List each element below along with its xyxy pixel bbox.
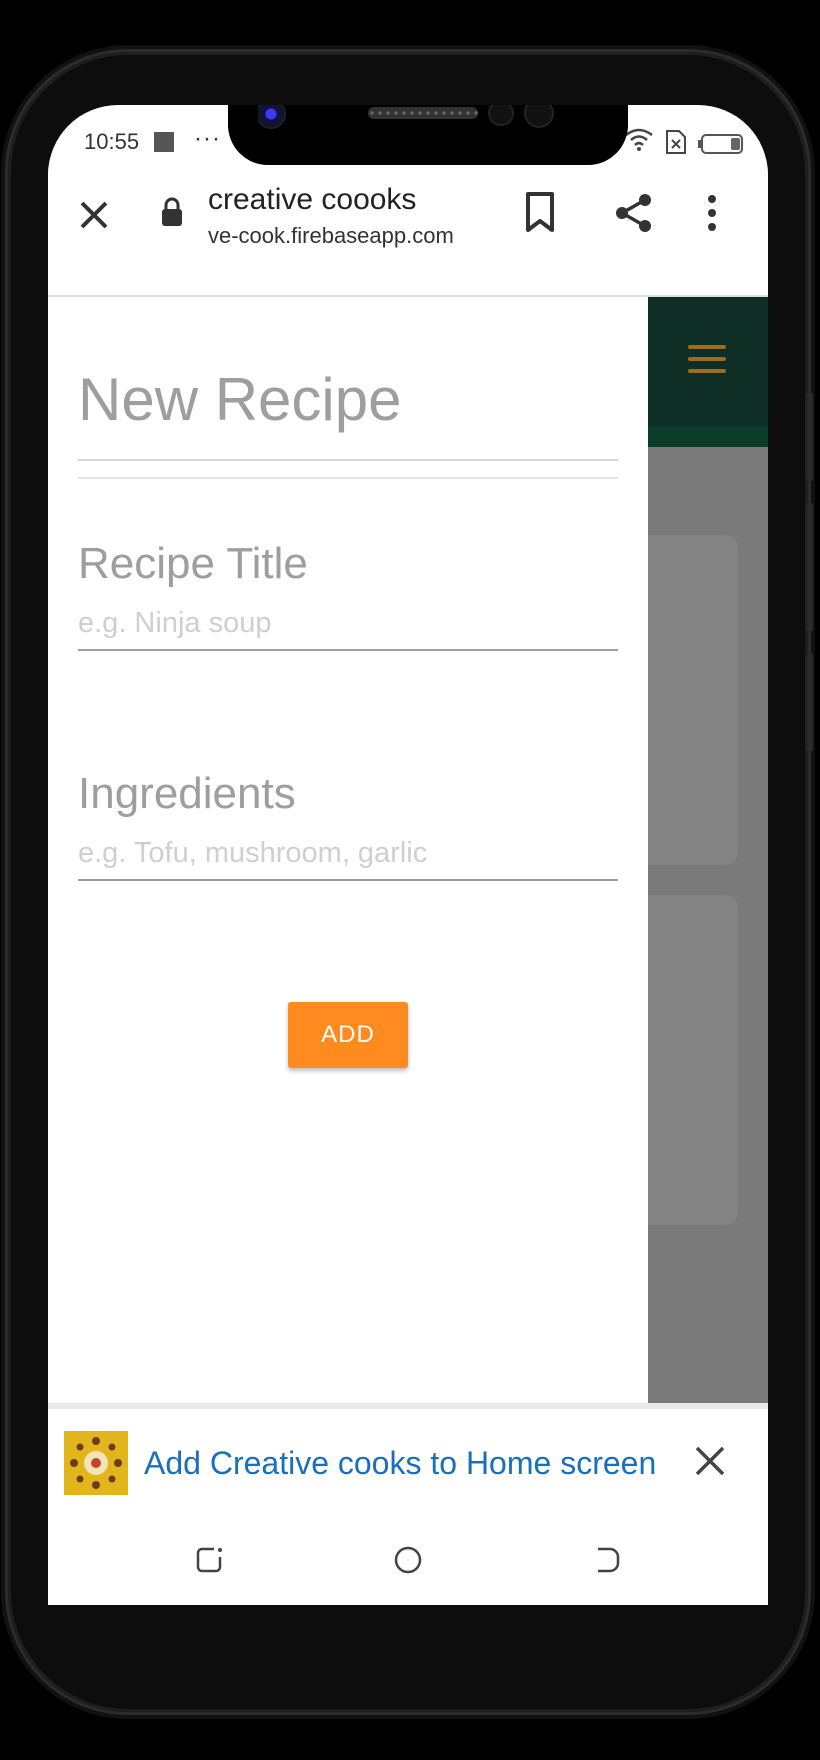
page-title: creative coooks	[208, 183, 417, 216]
divider	[78, 477, 618, 479]
drawer-title: New Recipe	[78, 366, 402, 433]
recents-icon[interactable]	[194, 1545, 224, 1575]
no-sim-icon	[666, 130, 686, 154]
add-button[interactable]: ADD	[288, 1002, 408, 1068]
recipe-title-input[interactable]	[78, 597, 618, 651]
menu-icon[interactable]	[688, 345, 726, 373]
add-to-home-text[interactable]: Add Creative cooks to Home screen	[144, 1445, 656, 1482]
share-icon[interactable]	[614, 193, 654, 233]
new-recipe-drawer: New Recipe Recipe Title Ingredients ADD	[48, 297, 648, 1407]
battery-icon	[698, 134, 743, 154]
back-icon[interactable]	[592, 1545, 622, 1575]
sensor	[490, 105, 512, 124]
wifi-icon	[625, 128, 653, 151]
power-button	[807, 652, 813, 752]
notification-square-icon	[154, 132, 174, 152]
recipe-title-label: Recipe Title	[78, 539, 308, 588]
divider	[78, 459, 618, 461]
volume-down-button	[807, 502, 813, 632]
more-notifications-icon: ···	[194, 125, 221, 152]
ingredients-input[interactable]	[78, 827, 618, 881]
bookmark-icon[interactable]	[524, 191, 556, 233]
front-camera	[258, 105, 284, 127]
more-vert-icon[interactable]	[706, 193, 718, 233]
ingredients-label: Ingredients	[78, 769, 296, 818]
lock-icon[interactable]	[160, 197, 184, 227]
device-screen: 10:55 ··· creative coooks ve-cook.fireba…	[48, 105, 768, 1605]
system-nav-bar	[48, 1519, 768, 1605]
page-url[interactable]: ve-cook.firebaseapp.com	[208, 223, 454, 249]
browser-toolbar: creative coooks ve-cook.firebaseapp.com	[48, 165, 768, 297]
volume-up-button	[807, 392, 813, 482]
home-icon[interactable]	[393, 1545, 423, 1575]
secondary-camera	[526, 105, 552, 126]
camera-notch	[228, 105, 628, 165]
close-icon[interactable]	[74, 195, 114, 235]
close-icon[interactable]	[694, 1445, 726, 1477]
app-thumbnail-icon	[64, 1431, 128, 1495]
status-time: 10:55	[84, 129, 140, 154]
add-to-home-banner[interactable]: Add Creative cooks to Home screen	[48, 1403, 768, 1525]
earpiece-speaker	[368, 107, 478, 119]
